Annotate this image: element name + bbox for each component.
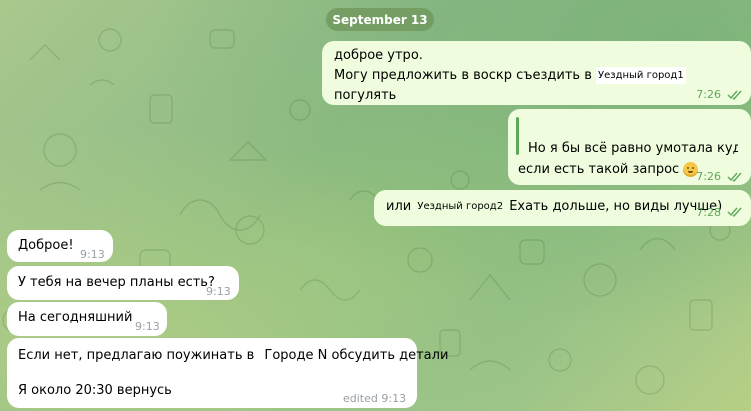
message-text-line: Если нет, предлагаю поужинать в Городе N… — [18, 346, 448, 366]
outgoing-message[interactable]: доброе утро. Могу предложить в воскр съе… — [322, 41, 751, 105]
message-text: У тебя на вечер планы есть? — [18, 275, 215, 290]
reply-quote[interactable]: Но я бы всё равно умотала куд... — [528, 139, 738, 159]
message-text: погулять — [334, 88, 397, 103]
message-text: если есть такой запрос — [518, 162, 680, 177]
read-checkmarks-icon — [727, 172, 742, 182]
read-checkmarks-icon — [727, 90, 742, 100]
message-text: Если нет, предлагаю поужинать в — [18, 348, 255, 363]
place-name[interactable]: Городе N — [264, 348, 327, 363]
reply-quote-text: Но я бы всё равно умотала куд... — [528, 141, 738, 156]
message-text: Ехать дольше, но виды лучше) — [509, 199, 723, 214]
incoming-message[interactable]: На сегодняшний 9:13 — [7, 302, 167, 336]
outgoing-reply-message[interactable]: Но я бы всё равно умотала куд... если ес… — [508, 109, 751, 185]
message-text-line: если есть такой запрос — [518, 160, 699, 180]
message-text: обсудить детали — [331, 348, 449, 363]
date-separator: September 13 — [326, 8, 434, 31]
date-separator-label: September 13 — [332, 12, 428, 27]
message-time: 9:13 — [80, 248, 105, 261]
message-text: Могу предложить в воскр съездить в — [334, 68, 592, 83]
incoming-message[interactable]: Доброе! 9:13 — [7, 230, 113, 262]
message-time: edited 9:13 — [343, 392, 407, 405]
read-checkmarks-icon — [727, 207, 742, 217]
message-time: 7:26 — [696, 170, 721, 183]
message-text-line: доброе утро. — [334, 48, 423, 63]
message-time: 9:13 — [206, 285, 231, 298]
message-text-line: Могу предложить в воскр съездить в Уездн… — [334, 66, 739, 106]
message-text: Доброе! — [18, 238, 74, 253]
incoming-message[interactable]: У тебя на вечер планы есть? 9:13 — [7, 266, 239, 300]
place-chip[interactable]: Уездный город1 — [596, 67, 686, 84]
message-text-line: или Уездный город2 Ехать дольше, но виды… — [386, 197, 739, 217]
incoming-message[interactable]: Если нет, предлагаю поужинать в Городе N… — [7, 338, 448, 408]
place-chip[interactable]: Уездный город2 — [415, 198, 505, 215]
message-text: На сегодняшний — [18, 310, 133, 325]
message-text: или — [386, 199, 412, 214]
reply-quote-bar — [516, 117, 519, 155]
outgoing-message[interactable]: или Уездный город2 Ехать дольше, но виды… — [374, 190, 751, 226]
message-time: 7:26 — [696, 88, 721, 101]
message-time: 9:13 — [135, 320, 160, 333]
message-time: 7:28 — [696, 206, 721, 219]
